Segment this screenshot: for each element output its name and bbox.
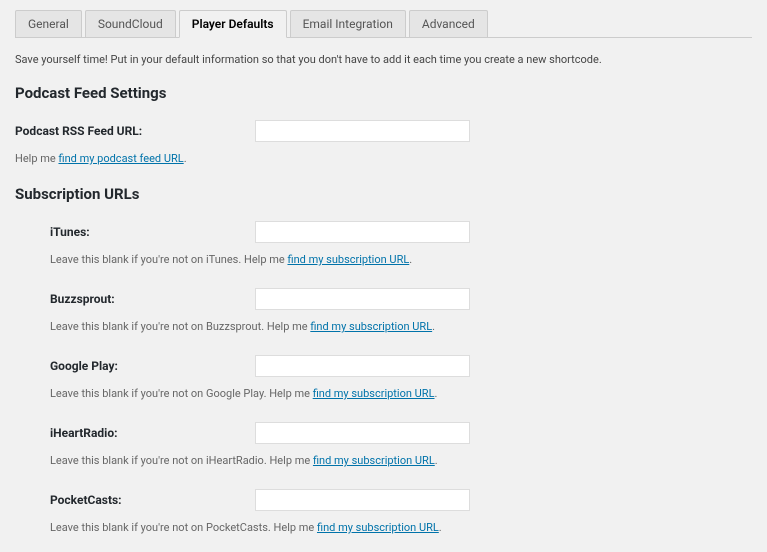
intro-text: Save yourself time! Put in your default … [15,53,752,66]
itunes-help-link[interactable]: find my subscription URL [287,253,409,266]
rss-feed-help-prefix: Help me [15,152,58,165]
subscription-section: iTunes: Leave this blank if you're not o… [15,221,752,534]
sub-iheartradio: iHeartRadio: Leave this blank if you're … [50,422,752,467]
rss-feed-input[interactable] [255,120,470,142]
sub-itunes: iTunes: Leave this blank if you're not o… [50,221,752,266]
buzzsprout-label: Buzzsprout: [50,292,255,306]
google-play-help-link[interactable]: find my subscription URL [313,387,435,400]
rss-feed-help-link[interactable]: find my podcast feed URL [58,152,183,165]
subs-heading: Subscription URLs [15,185,752,203]
rss-feed-label: Podcast RSS Feed URL: [15,124,255,138]
iheartradio-help-link[interactable]: find my subscription URL [313,454,435,467]
pocketcasts-label: PocketCasts: [50,493,255,507]
sub-pocketcasts: PocketCasts: Leave this blank if you're … [50,489,752,534]
feed-heading: Podcast Feed Settings [15,84,752,102]
buzzsprout-help-link[interactable]: find my subscription URL [310,320,432,333]
pocketcasts-help-link[interactable]: find my subscription URL [317,521,439,534]
pocketcasts-input[interactable] [255,489,470,511]
sub-buzzsprout: Buzzsprout: Leave this blank if you're n… [50,288,752,333]
iheartradio-help: Leave this blank if you're not on iHeart… [50,454,752,467]
tab-email-integration[interactable]: Email Integration [290,10,406,37]
sub-google-play: Google Play: Leave this blank if you're … [50,355,752,400]
tab-general[interactable]: General [15,10,82,37]
buzzsprout-help: Leave this blank if you're not on Buzzsp… [50,320,752,333]
itunes-help: Leave this blank if you're not on iTunes… [50,253,752,266]
rss-feed-help-suffix: . [184,152,187,165]
iheartradio-label: iHeartRadio: [50,426,255,440]
itunes-label: iTunes: [50,225,255,239]
google-play-input[interactable] [255,355,470,377]
google-play-help: Leave this blank if you're not on Google… [50,387,752,400]
itunes-input[interactable] [255,221,470,243]
rss-feed-row: Podcast RSS Feed URL: [15,120,752,142]
tab-player-defaults[interactable]: Player Defaults [179,10,287,38]
rss-feed-input-wrap [255,120,470,142]
tab-advanced[interactable]: Advanced [409,10,488,37]
pocketcasts-help: Leave this blank if you're not on Pocket… [50,521,752,534]
tab-soundcloud[interactable]: SoundCloud [85,10,176,37]
google-play-label: Google Play: [50,359,255,373]
rss-feed-help: Help me find my podcast feed URL. [15,152,752,165]
iheartradio-input[interactable] [255,422,470,444]
nav-tabs: General SoundCloud Player Defaults Email… [15,10,752,38]
buzzsprout-input[interactable] [255,288,470,310]
